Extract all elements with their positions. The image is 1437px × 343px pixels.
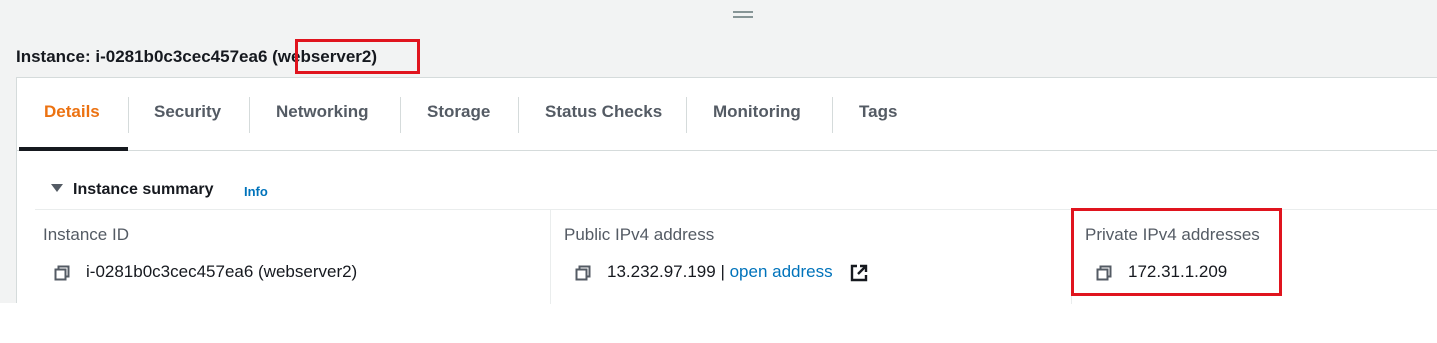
public-ipv4-value: 13.232.97.199 xyxy=(607,262,716,281)
open-address-link[interactable]: open address xyxy=(730,262,833,281)
instance-id-label: Instance ID xyxy=(43,225,129,244)
instance-id-value: i-0281b0c3cec457ea6 (webserver2) xyxy=(86,262,358,281)
tab-bar: Details Security Networking Storage Stat… xyxy=(17,78,1437,151)
copy-icon[interactable] xyxy=(54,265,70,281)
private-ipv4-highlight xyxy=(1071,208,1282,296)
caret-down-icon xyxy=(51,184,63,192)
tab-details[interactable]: Details xyxy=(44,102,100,122)
tab-monitoring[interactable]: Monitoring xyxy=(713,102,801,122)
tab-divider xyxy=(518,97,519,133)
instance-summary-title: Instance summary xyxy=(73,181,214,198)
tab-status-checks[interactable]: Status Checks xyxy=(545,102,662,122)
instance-name-highlight xyxy=(295,39,420,74)
tab-divider xyxy=(128,97,129,133)
tab-divider xyxy=(686,97,687,133)
instance-id-title: Instance: i-0281b0c3cec457ea6 xyxy=(16,47,273,66)
tab-divider xyxy=(832,97,833,133)
instance-summary-toggle[interactable]: Instance summary xyxy=(51,181,214,199)
tab-tags[interactable]: Tags xyxy=(859,102,897,122)
column-divider xyxy=(550,210,551,304)
external-link-icon[interactable] xyxy=(850,264,868,282)
tab-security[interactable]: Security xyxy=(154,102,221,122)
value-separator: | xyxy=(715,262,730,281)
tab-divider xyxy=(249,97,250,133)
tab-networking[interactable]: Networking xyxy=(276,102,369,122)
active-tab-indicator xyxy=(19,147,128,151)
info-link[interactable]: Info xyxy=(244,184,268,199)
tab-divider xyxy=(400,97,401,133)
copy-icon[interactable] xyxy=(575,265,591,281)
public-ipv4-label: Public IPv4 address xyxy=(564,225,715,244)
public-ipv4-value-row: 13.232.97.199 | open address xyxy=(607,262,833,282)
drag-handle-icon[interactable] xyxy=(733,11,753,19)
tab-storage[interactable]: Storage xyxy=(427,102,490,122)
